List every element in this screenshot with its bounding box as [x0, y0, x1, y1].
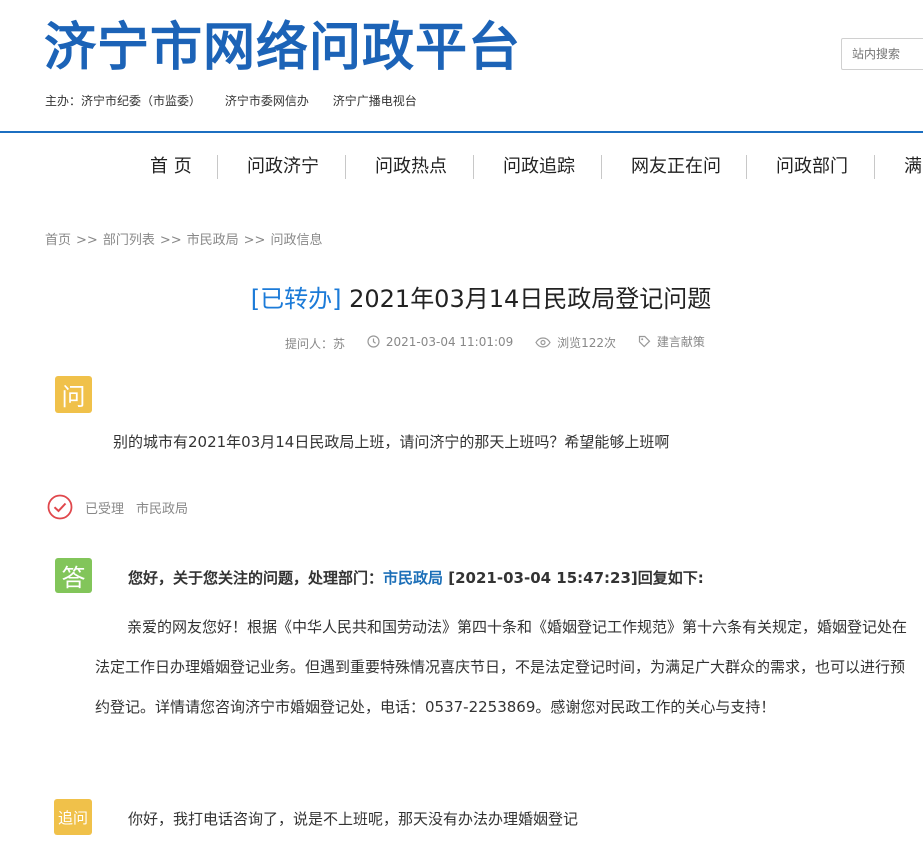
breadcrumb-department-list[interactable]: 部门列表 — [103, 233, 155, 248]
nav-divider — [874, 155, 875, 179]
nav-hot-topics[interactable]: 问政热点 — [375, 149, 447, 185]
answer-header: 您好，关于您关注的问题，处理部门：市民政局 [2021-03-04 15:47:… — [128, 567, 704, 588]
answer-badge: 答 — [55, 558, 92, 593]
page-title: [已转办] 2021年03月14日民政局登记问题 — [0, 279, 923, 314]
title-text: 2021年03月14日民政局登记问题 — [349, 285, 712, 313]
question-badge: 问 — [55, 376, 92, 413]
breadcrumb-civil-affairs[interactable]: 市民政局 — [187, 233, 239, 248]
answer-department-link[interactable]: 市民政局 — [383, 569, 443, 587]
check-circle-icon — [47, 494, 73, 520]
tag-icon — [638, 335, 651, 348]
accept-label: 已受理 — [85, 501, 125, 517]
nav-divider — [217, 155, 218, 179]
site-title[interactable]: 济宁市网络问政平台 — [44, 14, 521, 82]
followup-text: 你好，我打电话咨询了，说是不上班呢，那天没有办法办理婚姻登记 — [128, 810, 579, 828]
view-count: 浏览122次 — [535, 334, 616, 351]
article-meta: 提问人：苏 2021-03-04 11:01:09 浏览122次 建言献策 — [285, 333, 723, 352]
nav-home[interactable]: 首 页 — [150, 149, 192, 185]
sponsor-3: 济宁广播电视台 — [332, 94, 417, 108]
category: 建言献策 — [638, 333, 705, 350]
nav-divider — [345, 155, 346, 179]
nav-satisfaction[interactable]: 满 — [904, 149, 922, 185]
status-tag: [已转办] — [250, 285, 342, 313]
nav-divider — [473, 155, 474, 179]
nav-users-asking[interactable]: 网友正在问 — [631, 149, 721, 185]
site-search-input[interactable] — [841, 38, 923, 70]
answer-intro: 您好，关于您关注的问题，处理部门： — [128, 569, 384, 587]
accept-status: 已受理 市民政局 — [47, 494, 188, 520]
nav-tracking[interactable]: 问政追踪 — [503, 149, 575, 185]
views-text: 浏览122次 — [557, 336, 617, 350]
post-time: 2021-03-04 11:01:09 — [367, 335, 513, 349]
asker: 提问人：苏 — [285, 337, 346, 351]
breadcrumb-home[interactable]: 首页 — [45, 233, 71, 248]
nav-divider — [601, 155, 602, 179]
category-text: 建言献策 — [656, 335, 705, 349]
answer-timestamp: [2021-03-04 15:47:23]回复如下: — [448, 569, 704, 587]
nav-wenzheng-jining[interactable]: 问政济宁 — [247, 149, 319, 185]
sponsor-1: 主办：济宁市纪委（市监委） — [45, 94, 202, 108]
main-nav: 首 页 问政济宁 问政热点 问政追踪 网友正在问 问政部门 满 — [0, 149, 923, 185]
breadcrumb-current[interactable]: 问政信息 — [270, 233, 322, 248]
breadcrumb: 首页 >> 部门列表 >> 市民政局 >> 问政信息 — [45, 229, 322, 248]
clock-icon — [367, 335, 380, 348]
breadcrumb-separator: >> — [243, 233, 266, 248]
followup-badge: 追问 — [54, 799, 92, 835]
nav-divider — [746, 155, 747, 179]
accept-department: 市民政局 — [136, 501, 189, 517]
breadcrumb-separator: >> — [76, 233, 98, 248]
eye-icon — [535, 337, 551, 348]
sponsor-list: 主办：济宁市纪委（市监委） 济宁市委网信办 济宁广播电视台 — [45, 92, 437, 109]
question-text: 别的城市有2021年03月14日民政局上班，请问济宁的那天上班吗？希望能够上班啊 — [113, 433, 670, 451]
sponsor-2: 济宁市委网信办 — [224, 94, 309, 108]
nav-departments[interactable]: 问政部门 — [776, 149, 848, 185]
post-datetime: 2021-03-04 11:01:09 — [385, 334, 514, 349]
breadcrumb-separator: >> — [159, 233, 182, 248]
header-divider — [0, 131, 923, 133]
answer-body: 亲爱的网友您好！根据《中华人民共和国劳动法》第四十条和《婚姻登记工作规范》第十六… — [95, 618, 908, 716]
